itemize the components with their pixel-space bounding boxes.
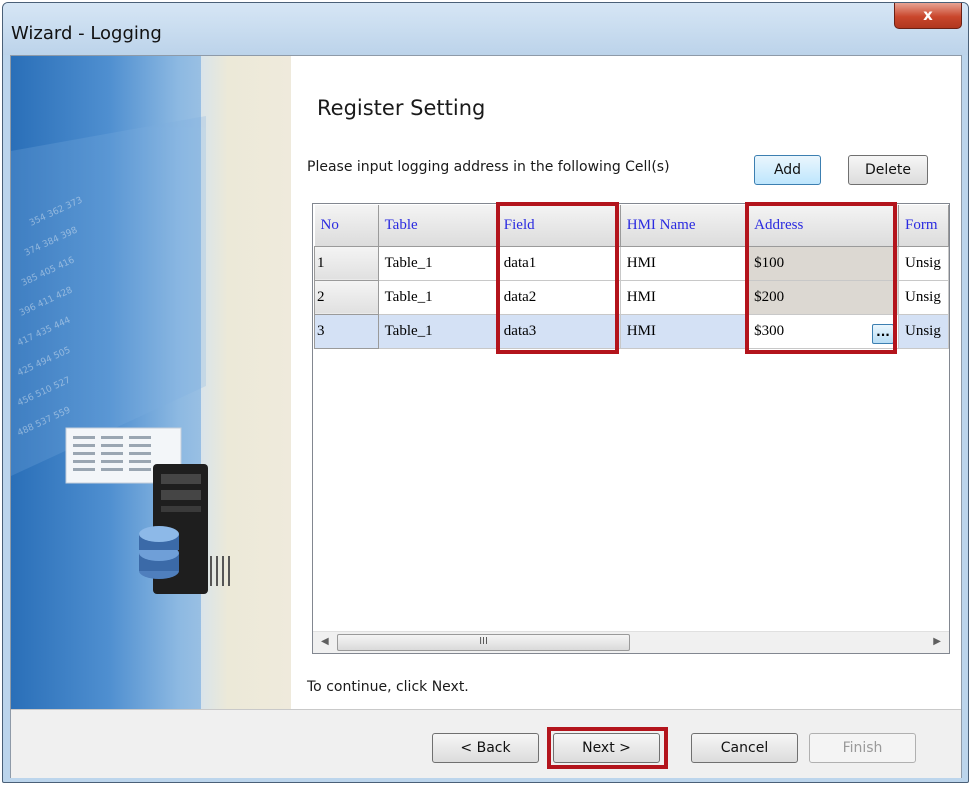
finish-button[interactable]: Finish: [809, 733, 916, 763]
table-row[interactable]: 2 Table_1 data2 HMI $200 Unsig: [314, 279, 949, 315]
horizontal-scrollbar[interactable]: ◀ III ▶: [313, 631, 949, 653]
hmi-name-cell[interactable]: HMI: [620, 246, 749, 281]
row-number-cell[interactable]: 3: [314, 313, 379, 349]
table-cell[interactable]: Table_1: [378, 280, 498, 315]
address-value: $300: [754, 322, 785, 339]
address-cell[interactable]: $200: [747, 280, 899, 315]
column-header-no[interactable]: No: [314, 205, 379, 247]
close-button[interactable]: x: [894, 3, 962, 29]
scroll-left-icon[interactable]: ◀: [321, 636, 329, 647]
format-cell[interactable]: Unsig: [898, 246, 949, 281]
scrollbar-thumb[interactable]: III: [337, 634, 630, 651]
continue-hint: To continue, click Next.: [307, 679, 469, 695]
wizard-window: Wizard - Logging x 354 362 373 374 384 3…: [2, 2, 969, 783]
field-cell[interactable]: data3: [497, 314, 621, 349]
logging-address-grid: No Table Field HMI Name Address Form 1 T…: [312, 203, 950, 654]
page-heading: Register Setting: [317, 96, 486, 120]
row-number-cell[interactable]: 2: [314, 279, 379, 315]
column-header-address[interactable]: Address: [747, 205, 899, 247]
hmi-name-cell[interactable]: HMI: [620, 314, 749, 349]
add-button[interactable]: Add: [754, 155, 821, 185]
delete-button[interactable]: Delete: [848, 155, 928, 185]
title-bar: Wizard - Logging x: [3, 3, 968, 55]
table-cell[interactable]: Table_1: [378, 314, 498, 349]
address-browse-button[interactable]: ...: [871, 323, 894, 344]
cancel-button[interactable]: Cancel: [691, 733, 798, 763]
spreadsheet-server-illustration: 354 362 373 374 384 398 385 405 416 396 …: [11, 116, 230, 594]
next-button[interactable]: Next >: [553, 733, 660, 763]
table-header-row: No Table Field HMI Name Address Form: [314, 205, 949, 247]
column-header-format[interactable]: Form: [898, 205, 949, 247]
instruction-text: Please input logging address in the foll…: [307, 159, 670, 175]
wizard-client-area: 354 362 373 374 384 398 385 405 416 396 …: [10, 55, 962, 778]
table-row[interactable]: 1 Table_1 data1 HMI $100 Unsig: [314, 245, 949, 281]
table-cell[interactable]: Table_1: [378, 246, 498, 281]
format-cell[interactable]: Unsig: [898, 314, 949, 349]
field-cell[interactable]: data1: [497, 246, 621, 281]
wizard-side-image: 354 362 373 374 384 398 385 405 416 396 …: [11, 56, 291, 709]
column-header-field[interactable]: Field: [497, 205, 621, 247]
address-table: No Table Field HMI Name Address Form 1 T…: [314, 205, 949, 349]
back-button[interactable]: < Back: [432, 733, 539, 763]
column-header-hmi-name[interactable]: HMI Name: [620, 205, 749, 247]
column-header-table[interactable]: Table: [378, 205, 498, 247]
address-cell-editing[interactable]: $300 ...: [747, 314, 899, 349]
window-title: Wizard - Logging: [11, 23, 162, 44]
wizard-content-panel: Register Setting Please input logging ad…: [291, 56, 961, 709]
scroll-right-icon[interactable]: ▶: [933, 636, 941, 647]
wizard-footer: < Back Next > Cancel Finish: [11, 709, 961, 778]
format-cell[interactable]: Unsig: [898, 280, 949, 315]
row-number-cell[interactable]: 1: [314, 245, 379, 281]
table-row-selected[interactable]: 3 Table_1 data3 HMI $300 ... Unsig: [314, 313, 949, 349]
hmi-name-cell[interactable]: HMI: [620, 280, 749, 315]
address-cell[interactable]: $100: [747, 246, 899, 281]
field-cell[interactable]: data2: [497, 280, 621, 315]
